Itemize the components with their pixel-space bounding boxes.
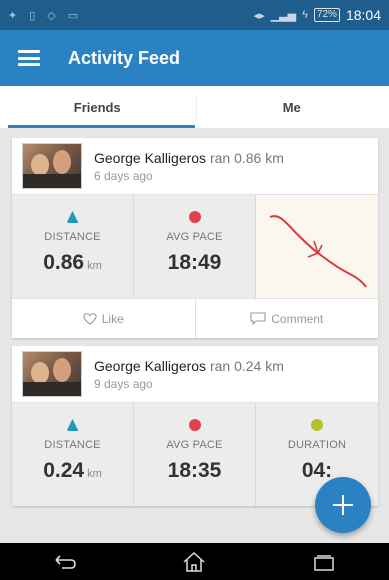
system-nav-bar [0,543,389,580]
stat-number: 18:35 [167,459,222,482]
stat-unit: km [87,468,102,480]
stat-number: 04: [301,459,333,482]
distance-icon [66,211,79,223]
notification-icons: ✦ ▯ ◇ ▭ [8,9,78,22]
battery-indicator: 72% [313,8,340,22]
duration-icon [311,419,323,431]
distance-icon [66,419,79,431]
stat-value: 0.86 km [43,251,102,275]
app-title: Activity Feed [68,47,181,68]
stat-distance: DISTANCE 0.24 km [12,403,134,506]
activity-actions: Like Comment [12,298,378,338]
comment-icon [250,311,266,325]
charging-icon: ϟ [302,9,308,21]
stat-avg-pace: AVG PACE 18:35 [134,403,256,506]
tab-divider [196,94,197,120]
actor-name[interactable]: George Kalligeros [94,358,206,374]
activity-stats[interactable]: DISTANCE 0.86 km AVG PACE 18:49 [12,194,378,298]
activity-card-header[interactable]: George Kalligeros ran 0.24 km 9 days ago [12,346,378,402]
stat-distance: DISTANCE 0.86 km [12,195,134,298]
home-icon [183,551,205,572]
stat-label: DISTANCE [44,231,101,243]
activity-card: George Kalligeros ran 0.86 km 6 days ago… [12,138,378,338]
notification-icon: ✦ [8,9,18,22]
recents-button[interactable] [304,547,344,577]
tab-friends[interactable]: Friends [0,86,195,128]
add-activity-button[interactable] [315,477,371,533]
activity-card: George Kalligeros ran 0.24 km 9 days ago… [12,346,378,506]
route-line [269,215,367,288]
tab-me[interactable]: Me [195,86,389,128]
plus-icon-vertical [342,495,344,515]
heart-icon [83,312,97,325]
stat-label: DURATION [287,439,347,451]
app-bar: Activity Feed [0,30,389,86]
menu-icon[interactable] [18,50,40,66]
back-button[interactable] [45,547,85,577]
actor-name[interactable]: George Kalligeros [94,150,206,166]
activity-card-header[interactable]: George Kalligeros ran 0.86 km 6 days ago [12,138,378,194]
vibrate-icon: ◂▸ [253,9,265,22]
activity-summary: George Kalligeros ran 0.86 km [94,150,284,166]
location-icon: ◇ [47,9,56,22]
stat-label: AVG PACE [166,439,223,451]
pace-icon [188,419,201,431]
signal-icon: ▁▃▅ [270,9,297,22]
status-bar: ✦ ▯ ◇ ▭ ◂▸ ▁▃▅ ϟ 72% 18:04 [0,0,389,30]
tab-bar: Friends Me [0,86,389,128]
stat-number: 0.86 [43,251,85,274]
stat-value: 0.24 km [43,459,102,483]
home-button[interactable] [174,547,214,577]
pace-icon [188,211,201,223]
stat-label: AVG PACE [166,231,223,243]
stat-unit: km [87,260,102,272]
app-screen: ✦ ▯ ◇ ▭ ◂▸ ▁▃▅ ϟ 72% 18:04 Activity Feed… [0,0,389,580]
comment-label: Comment [271,311,324,326]
avatar[interactable] [22,351,82,397]
clock: 18:04 [345,7,381,23]
comment-button[interactable]: Comment [194,299,379,338]
stat-label: DISTANCE [44,439,101,451]
route-map[interactable] [256,195,378,298]
recents-icon [314,554,334,571]
post-time: 6 days ago [94,168,153,183]
image-icon: ▭ [67,9,79,22]
activity-verb: ran 0.24 km [209,357,284,374]
stat-avg-pace: AVG PACE 18:49 [134,195,256,298]
activity-summary: George Kalligeros ran 0.24 km [94,358,284,374]
activity-verb: ran 0.86 km [209,149,284,166]
stat-number: 18:49 [167,251,222,274]
sd-card-icon: ▯ [29,9,36,22]
like-label: Like [101,311,124,326]
like-button[interactable]: Like [12,299,195,338]
back-icon [55,554,76,569]
avatar[interactable] [22,143,82,189]
post-time: 9 days ago [94,376,153,391]
stat-number: 0.24 [43,459,85,482]
